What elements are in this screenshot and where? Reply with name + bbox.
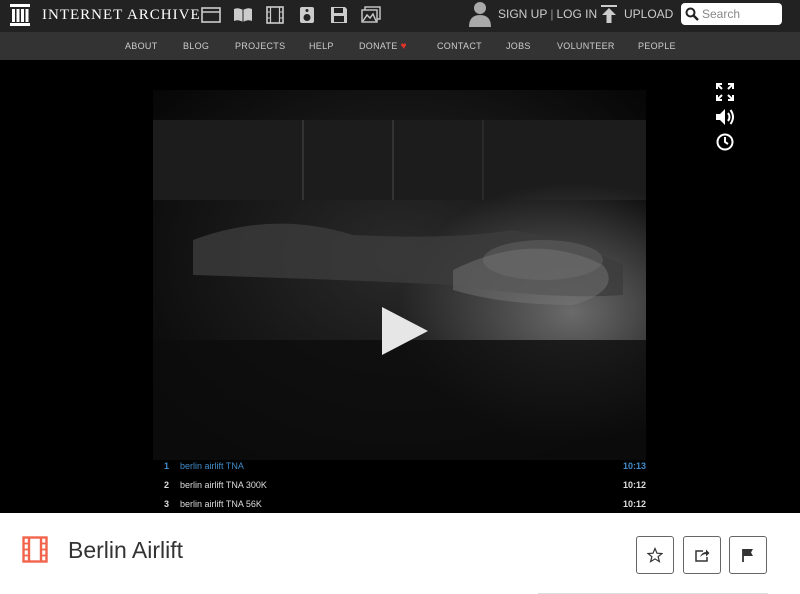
separator: | [550,7,554,21]
nav-about[interactable]: ABOUT [125,41,158,51]
playlist: 1 berlin airlift TNA 10:13 2 berlin airl… [153,457,646,513]
clock-icon[interactable] [714,131,736,153]
nav-jobs[interactable]: JOBS [506,41,531,51]
archive-logo-icon [10,4,30,26]
video-player: 1 berlin airlift TNA 10:13 2 berlin airl… [0,60,800,513]
nav-people[interactable]: PEOPLE [638,41,676,51]
play-icon[interactable] [380,305,430,357]
web-icon[interactable] [200,5,222,25]
share-icon [695,549,710,562]
software-icon[interactable] [328,5,350,25]
search-input[interactable] [702,7,776,21]
flag-icon [742,549,753,562]
signup-login: SIGN UP | LOG IN [498,7,597,21]
signup-link[interactable]: SIGN UP [498,7,547,21]
favorite-icon [647,547,663,563]
favorite-button[interactable] [636,536,674,574]
texts-icon[interactable] [232,5,254,25]
nav-volunteer[interactable]: VOLUNTEER [557,41,615,51]
nav-contact[interactable]: CONTACT [437,41,482,51]
images-icon[interactable] [360,5,382,25]
track-number: 3 [164,499,170,509]
track-number: 1 [164,461,170,471]
track-title: berlin airlift TNA 300K [180,480,267,490]
upload-icon[interactable] [601,5,617,23]
nav-projects[interactable]: PROJECTS [235,41,285,51]
track-title: berlin airlift TNA 56K [180,499,262,509]
video-icon[interactable] [264,5,286,25]
playlist-item[interactable]: 3 berlin airlift TNA 56K 10:12 [153,495,646,513]
login-link[interactable]: LOG IN [556,7,597,21]
item-title: Berlin Airlift [68,537,184,563]
fullscreen-icon[interactable] [714,81,736,103]
item-title-bar: Berlin Airlift [0,513,800,594]
track-title: berlin airlift TNA [180,461,244,471]
volume-icon[interactable] [714,106,736,128]
logo-link[interactable]: INTERNET ARCHIVE [10,4,201,26]
playlist-item[interactable]: 2 berlin airlift TNA 300K 10:12 [153,476,646,495]
search-box[interactable] [681,3,782,25]
logo-text: INTERNET ARCHIVE [42,6,201,23]
track-duration: 10:12 [622,499,646,509]
track-number: 2 [164,480,170,490]
upload-link[interactable]: UPLOAD [624,7,673,21]
share-button[interactable] [683,536,721,574]
flag-button[interactable] [729,536,767,574]
film-icon [22,536,48,563]
nav-donate[interactable]: DONATE ♥ [359,41,407,52]
media-type-icons [200,5,382,25]
top-bar: INTERNET ARCHIVE SIGN UP | LOG IN UPLOAD [0,0,800,32]
video-frame[interactable] [153,90,646,460]
nav-bar: ABOUT BLOG PROJECTS HELP DONATE ♥ CONTACT… [0,32,800,60]
nav-help[interactable]: HELP [309,41,334,51]
user-icon[interactable] [469,1,491,27]
nav-blog[interactable]: BLOG [183,41,209,51]
track-duration: 10:12 [622,480,646,490]
playlist-item[interactable]: 1 berlin airlift TNA 10:13 [153,457,646,476]
audio-icon[interactable] [296,5,318,25]
nav-donate-label: DONATE [359,41,398,51]
search-icon [685,7,699,21]
heart-icon: ♥ [400,41,407,52]
track-duration: 10:13 [622,461,646,471]
